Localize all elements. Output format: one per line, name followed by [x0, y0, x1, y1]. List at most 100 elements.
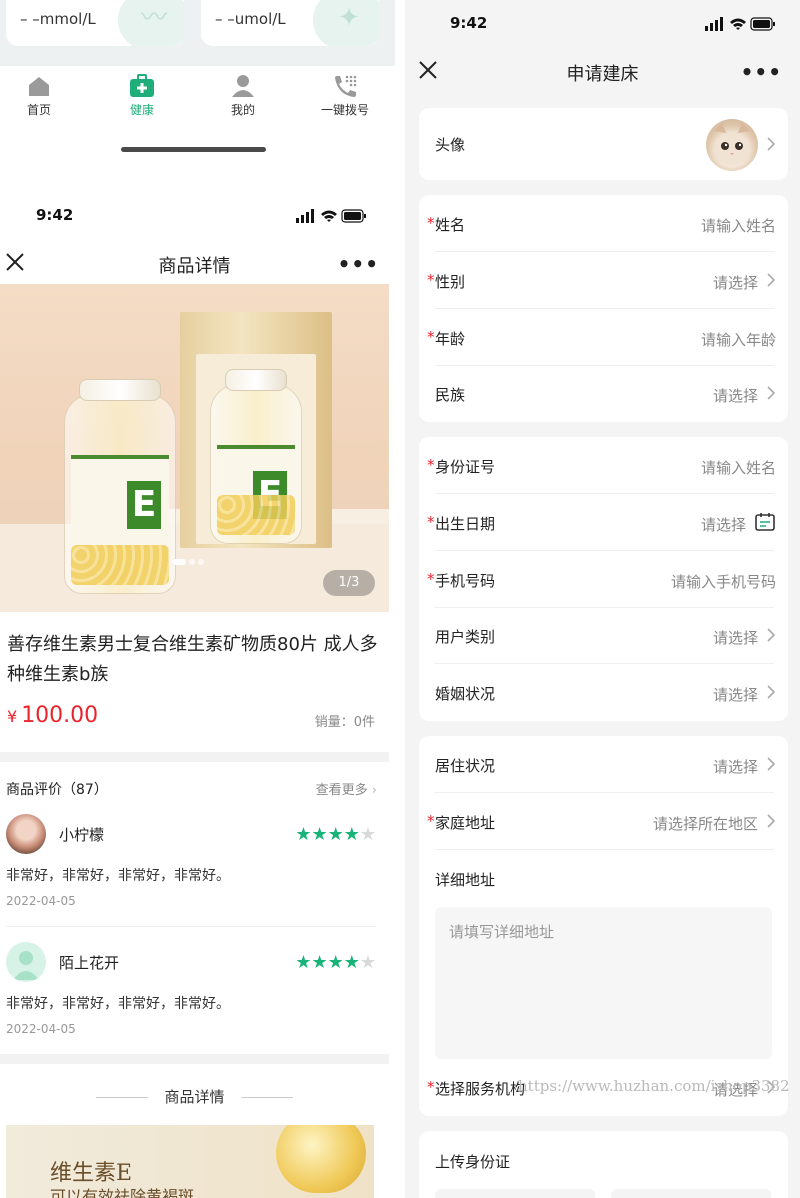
price-value: 100.00	[21, 703, 99, 728]
tab-health-label: 健康	[129, 103, 154, 117]
residence-info-card: 居住状况 请选择 * 家庭地址 请选择所在地区 详细地址 请填写详细地址 * 选择服…	[419, 736, 788, 1116]
user-type-label: 用户类别	[435, 628, 496, 646]
required-mark: *	[427, 1078, 435, 1096]
name-input[interactable]: 请输入姓名	[701, 215, 776, 236]
required-mark: *	[427, 456, 435, 474]
age-label: * 年龄	[427, 328, 466, 348]
required-mark: *	[427, 271, 435, 289]
calendar-icon[interactable]	[754, 512, 776, 532]
reviewer-name: 小柠檬	[59, 826, 105, 844]
avatar-label: 头像	[435, 136, 466, 154]
marital-status-row[interactable]: 婚姻状况 请选择	[419, 664, 788, 721]
age-input[interactable]: 请输入年龄	[701, 329, 776, 350]
review-divider	[6, 926, 376, 927]
detail-section-header: 商品详情	[0, 1086, 389, 1107]
id-number-label: * 身份证号	[427, 456, 496, 476]
tab-dial-label: 一键拨号	[320, 103, 369, 117]
heartbeat-icon: 〰	[118, 0, 184, 46]
identity-info-card: * 身份证号 请输入姓名 * 出生日期 请选择 * 手机号码 请输入手机号码 用户类别…	[419, 437, 788, 721]
tab-home-label: 首页	[26, 103, 51, 117]
product-price: ¥100.00	[7, 703, 98, 728]
medical-kit-icon	[130, 74, 154, 97]
service-org-label: * 选择服务机构	[427, 1078, 526, 1098]
reviews-more-link[interactable]: 查看更多 ›	[316, 779, 377, 798]
tab-mine[interactable]: 我的	[198, 74, 288, 118]
rating-stars: ★★★★★	[295, 952, 376, 973]
chevron-right-icon	[767, 757, 776, 771]
user-type-row[interactable]: 用户类别 请选择	[419, 607, 788, 664]
more-icon[interactable]: •••	[338, 252, 379, 276]
chevron-right-icon	[767, 685, 776, 699]
chevron-right-icon	[767, 137, 776, 151]
home-indicator	[121, 147, 266, 152]
upload-id-card: 上传身份证	[419, 1131, 788, 1198]
section-divider	[0, 752, 389, 762]
detail-banner-image: 维生素E 可以有效祛除黄褐斑	[6, 1125, 374, 1198]
home-icon	[29, 77, 49, 96]
phone-dial-icon	[335, 75, 357, 97]
detail-banner-line2: 可以有效祛除黄褐斑	[50, 1187, 195, 1198]
more-icon[interactable]: •••	[741, 60, 782, 84]
tab-dial[interactable]: 一键拨号	[300, 74, 390, 118]
residence-label: 居住状况	[435, 757, 496, 775]
detail-address-row: 详细地址	[419, 850, 788, 907]
avatar	[6, 942, 46, 982]
bottom-tabbar: 首页 健康 我的 一键拨号	[0, 66, 395, 128]
chevron-right-icon	[767, 628, 776, 642]
detail-address-label: 详细地址	[435, 871, 496, 889]
product-detail-screen: – –mmol/L 〰 – –umol/L ✦ 首页 健康 我的 一键拨号 9:…	[0, 0, 395, 1198]
home-address-row[interactable]: * 家庭地址 请选择所在地区	[419, 793, 788, 850]
upload-id-back[interactable]	[611, 1189, 771, 1198]
upload-id-title: 上传身份证	[435, 1153, 511, 1171]
required-mark: *	[427, 513, 435, 531]
marital-status-select[interactable]: 请选择	[713, 684, 758, 705]
page-title: 申请建床	[566, 64, 639, 85]
birth-date-label: * 出生日期	[427, 513, 496, 533]
basic-info-card: * 姓名 请输入姓名 * 性别 请选择 * 年龄 请输入年龄 民族 请选择	[419, 195, 788, 422]
home-address-select[interactable]: 请选择所在地区	[653, 813, 758, 834]
ethnicity-row[interactable]: 民族 请选择	[419, 365, 788, 422]
avatar-row[interactable]: 头像	[419, 108, 788, 180]
product-bottle-front: E	[64, 379, 176, 594]
reviews-header: 商品评价（87）	[6, 782, 108, 798]
chevron-right-icon	[767, 273, 776, 287]
review-date: 2022-04-05	[6, 1022, 76, 1036]
residence-row[interactable]: 居住状况 请选择	[419, 736, 788, 793]
ethnicity-select[interactable]: 请选择	[713, 385, 758, 406]
id-number-row[interactable]: * 身份证号 请输入姓名	[419, 437, 788, 494]
birth-date-row[interactable]: * 出生日期 请选择	[419, 494, 788, 551]
product-image-carousel[interactable]: E E 1/3	[0, 284, 389, 612]
birth-date-select[interactable]: 请选择	[701, 514, 746, 535]
gender-select[interactable]: 请选择	[713, 272, 758, 293]
apply-bed-screen: 9:42 申请建床 ••• 头像 * 姓名 请输入姓名 * 性别 请选择 * 年…	[405, 0, 800, 1198]
age-row[interactable]: * 年龄 请输入年龄	[419, 309, 788, 366]
user-type-select[interactable]: 请选择	[713, 627, 758, 648]
phone-input[interactable]: 请输入手机号码	[671, 571, 776, 592]
status-bar: 9:42	[450, 14, 775, 38]
watermark: https://www.huzhan.com/ishop3382	[518, 1077, 790, 1095]
review-text: 非常好，非常好，非常好，非常好。	[6, 996, 230, 1012]
upload-id-front[interactable]	[435, 1189, 595, 1198]
name-row[interactable]: * 姓名 请输入姓名	[419, 195, 788, 252]
id-number-input[interactable]: 请输入姓名	[701, 457, 776, 478]
blood-sugar-card[interactable]: – –mmol/L 〰	[6, 0, 184, 46]
price-currency: ¥	[7, 707, 18, 726]
phone-row[interactable]: * 手机号码 请输入手机号码	[419, 551, 788, 608]
reviews-more-label: 查看更多	[315, 783, 368, 798]
avatar[interactable]	[706, 119, 758, 171]
product-navbar: 商品详情 •••	[0, 244, 389, 284]
status-icons	[296, 209, 366, 223]
oil-drop-image	[276, 1125, 366, 1193]
blood-sugar-value: – –mmol/L	[20, 10, 96, 28]
review-item: 陌上花开 ★★★★★ 非常好，非常好，非常好，非常好。 2022-04-05	[6, 942, 376, 1052]
uric-acid-card[interactable]: – –umol/L ✦	[201, 0, 379, 46]
gender-row[interactable]: * 性别 请选择	[419, 252, 788, 309]
residence-select[interactable]: 请选择	[713, 756, 758, 777]
tab-health[interactable]: 健康	[97, 74, 187, 118]
page-title: 商品详情	[158, 256, 231, 277]
required-mark: *	[427, 328, 435, 346]
reviewer-name: 陌上花开	[59, 954, 120, 972]
detail-address-textarea[interactable]: 请填写详细地址	[435, 907, 772, 1059]
tab-home[interactable]: 首页	[0, 74, 84, 118]
name-label: * 姓名	[427, 214, 466, 234]
